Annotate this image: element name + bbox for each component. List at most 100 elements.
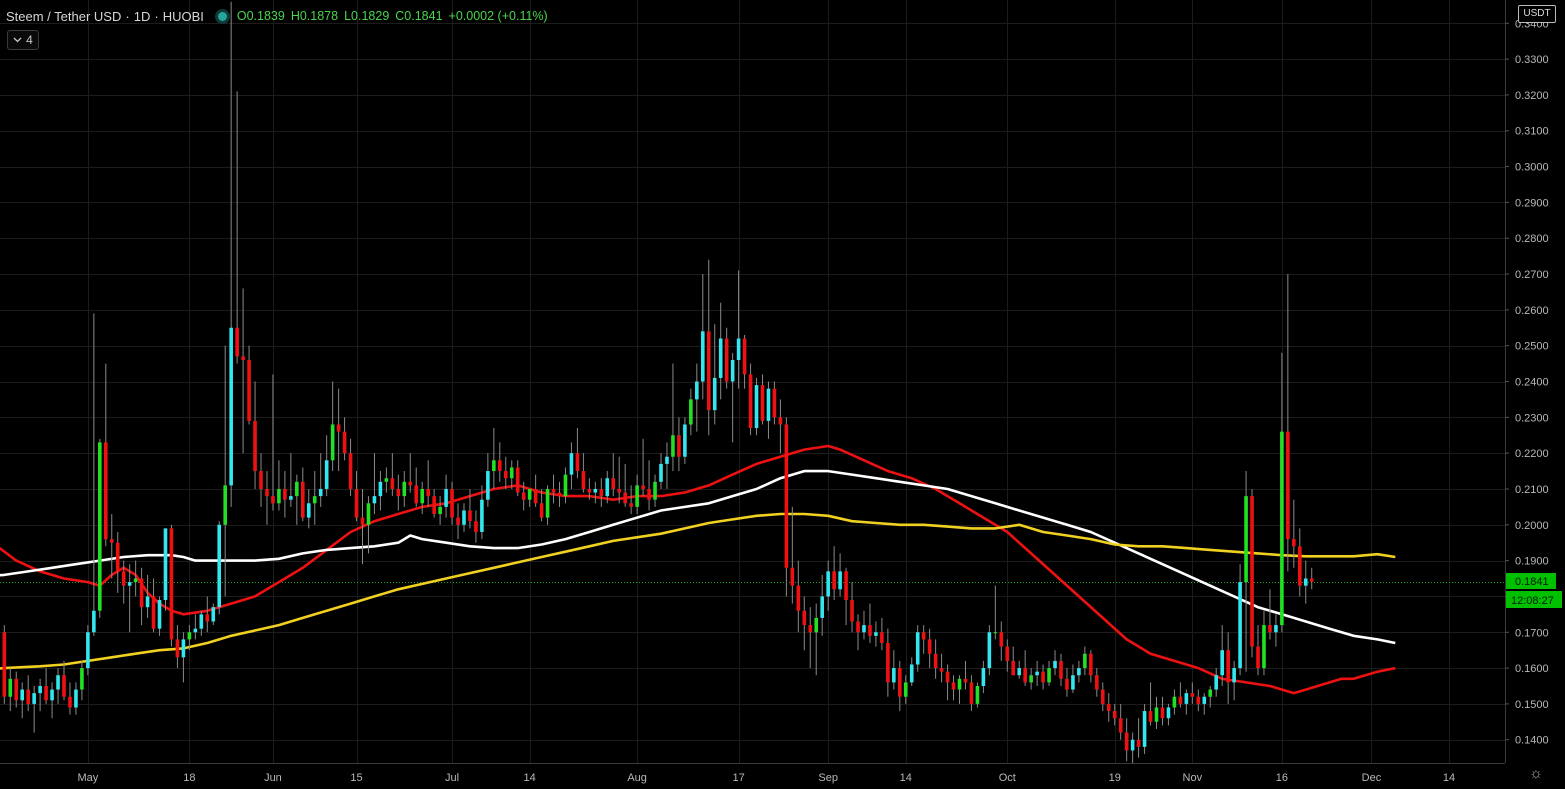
candle-body xyxy=(26,689,30,704)
x-tick-label: 19 xyxy=(1109,772,1121,784)
candle-body xyxy=(611,478,616,489)
symbol-header: Steem / Tether USD · 1D · HUOBI O0.1839 … xyxy=(6,7,554,25)
candle-body xyxy=(1130,739,1135,751)
candle-body xyxy=(778,417,783,425)
candle-body xyxy=(868,625,872,636)
candle-body xyxy=(193,628,198,633)
candle-body xyxy=(86,632,90,669)
x-tick-label: 17 xyxy=(732,772,744,784)
candle-body xyxy=(205,614,210,622)
candle-body xyxy=(68,696,72,708)
y-tick-label: 0.3100 xyxy=(1515,126,1549,138)
candle-body xyxy=(557,492,562,497)
candle-body xyxy=(1297,546,1302,586)
grid-lines xyxy=(0,0,1505,763)
moving-average-line xyxy=(0,469,1396,645)
candle-body xyxy=(1172,696,1177,708)
candle-body xyxy=(814,617,819,633)
x-tick-label: 14 xyxy=(1443,772,1455,784)
candle-body xyxy=(796,585,801,611)
candle-body xyxy=(271,496,275,504)
candle-body xyxy=(2,632,7,697)
candle-body xyxy=(1280,431,1284,626)
candle-body xyxy=(318,488,323,497)
x-tick-label: 16 xyxy=(1276,772,1288,784)
candle-body xyxy=(1017,668,1021,676)
interval-label[interactable]: 1D xyxy=(134,9,151,24)
candle-body xyxy=(551,488,556,493)
y-tick-label: 0.2200 xyxy=(1515,448,1549,460)
candle-body xyxy=(420,488,424,504)
candle-body xyxy=(253,420,257,472)
candle-body xyxy=(820,596,824,618)
last-price-value: 0.1841 xyxy=(1515,576,1549,588)
candle-body xyxy=(103,442,108,540)
y-tick-label: 0.2600 xyxy=(1515,305,1549,317)
candle-body xyxy=(1035,671,1039,676)
candle-body xyxy=(312,496,317,504)
candle-body xyxy=(533,488,538,504)
candle-body xyxy=(545,488,550,518)
candle-body xyxy=(1077,668,1081,676)
x-tick-label: 18 xyxy=(183,772,195,784)
y-tick-label: 0.1700 xyxy=(1515,627,1549,639)
symbol-name[interactable]: Steem / Tether USD xyxy=(6,9,121,24)
candle-body xyxy=(1011,660,1016,676)
candle-body xyxy=(348,453,353,489)
candle-body xyxy=(993,632,998,634)
candle-body xyxy=(909,664,914,683)
candle-body xyxy=(74,689,78,708)
candle-body xyxy=(1238,582,1242,669)
candle-body xyxy=(593,488,598,493)
candle-body xyxy=(342,431,347,454)
candle-body xyxy=(1250,496,1254,647)
candle-body xyxy=(933,653,938,669)
candle-body xyxy=(742,338,747,375)
x-tick-label: 14 xyxy=(900,772,912,784)
candle-body xyxy=(1178,696,1183,704)
candle-body xyxy=(360,517,365,525)
currency-label[interactable]: USDT xyxy=(1518,5,1556,23)
candle-body xyxy=(1232,668,1236,683)
candle-body xyxy=(760,385,765,421)
separator-dot: · xyxy=(125,8,130,24)
candle-body xyxy=(486,471,490,500)
candle-body xyxy=(1220,650,1224,676)
candle-body xyxy=(1202,696,1207,704)
candle-body xyxy=(659,463,663,482)
candle-body xyxy=(396,488,401,497)
candle-body xyxy=(1059,660,1063,679)
candle-body xyxy=(898,668,902,697)
candle-body xyxy=(1214,675,1219,690)
candle-body xyxy=(1184,693,1189,704)
candle-body xyxy=(1256,646,1260,669)
candle-body xyxy=(354,488,359,518)
candle-body xyxy=(1268,625,1272,633)
candle-body xyxy=(1166,707,1171,719)
candlestick-chart[interactable]: 0.34000.33000.32000.31000.30000.29000.28… xyxy=(0,0,1565,789)
candle-body xyxy=(951,682,956,690)
candle-body xyxy=(772,388,777,418)
candle-body xyxy=(324,460,329,489)
candle-body xyxy=(426,488,430,497)
candle-body xyxy=(462,510,466,525)
candle-body xyxy=(247,360,251,421)
candle-body xyxy=(1160,707,1165,719)
candle-body xyxy=(671,435,675,457)
candle-body xyxy=(981,668,986,686)
candle-body xyxy=(402,481,407,497)
y-tick-label: 0.1500 xyxy=(1515,699,1549,711)
candle-body xyxy=(748,374,753,429)
candle-body xyxy=(498,460,502,472)
market-status-icon[interactable] xyxy=(217,11,227,21)
candle-body xyxy=(1047,668,1051,683)
candle-body xyxy=(62,675,66,697)
candle-body xyxy=(569,453,574,475)
candle-body xyxy=(1053,660,1057,669)
candle-body xyxy=(1148,711,1153,722)
candle-body xyxy=(480,499,484,532)
indicator-toggle-button[interactable]: 4 xyxy=(7,30,39,50)
gear-icon[interactable]: ☼ xyxy=(1528,766,1544,782)
candle-body xyxy=(1023,668,1027,683)
candle-body xyxy=(581,471,586,489)
